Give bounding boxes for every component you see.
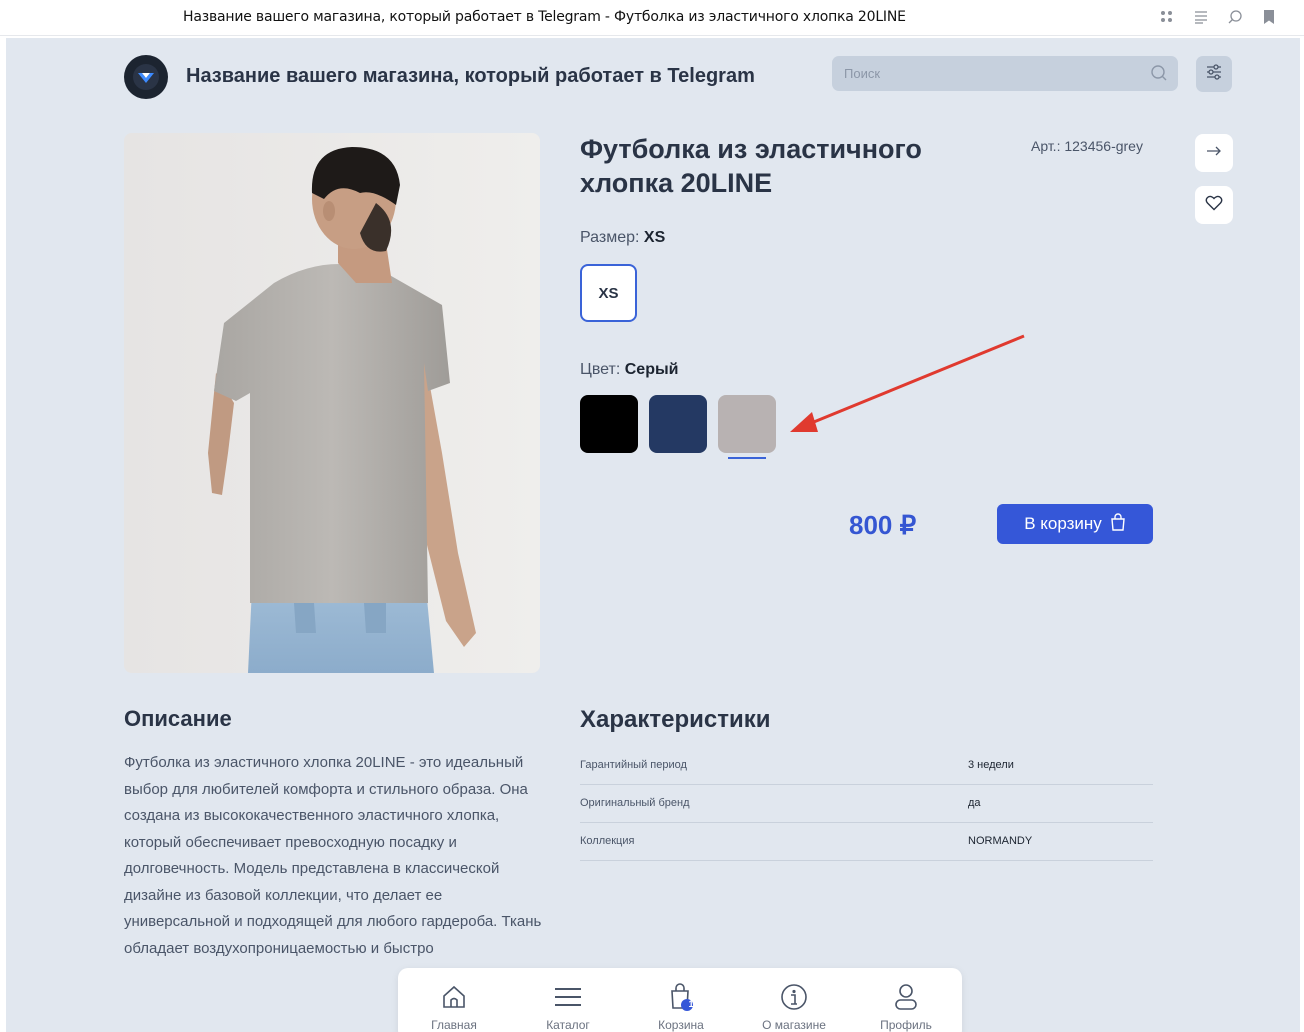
share-button[interactable] (1195, 134, 1233, 172)
favorite-button[interactable] (1195, 186, 1233, 224)
profile-icon (891, 982, 921, 1012)
tab-title: Название вашего магазина, который работа… (183, 9, 906, 25)
apps-icon[interactable] (1158, 8, 1176, 26)
table-row: Гарантийный период 3 недели (580, 747, 1153, 785)
size-label: Размер: XS (580, 229, 665, 247)
color-label: Цвет: Серый (580, 361, 678, 379)
share-arrow-icon (1206, 144, 1222, 162)
color-swatch-navy[interactable] (649, 395, 707, 453)
add-to-cart-button[interactable]: В корзину (997, 504, 1153, 544)
nav-item-profile[interactable]: Профиль (856, 968, 956, 1032)
size-selected-value: XS (643, 229, 666, 246)
characteristic-value: 3 недели (968, 759, 1014, 771)
characteristics-table: Гарантийный период 3 недели Оригинальный… (580, 747, 1153, 861)
heart-icon (1205, 195, 1223, 216)
characteristics-heading: Характеристики (580, 706, 771, 733)
nav-label: Каталог (546, 1018, 590, 1032)
shop-name[interactable]: Название вашего магазина, который работа… (186, 65, 755, 88)
characteristic-value: да (968, 797, 981, 809)
nav-item-about[interactable]: О магазине (744, 968, 844, 1032)
characteristic-value: NORMANDY (968, 835, 1033, 847)
selected-swatch-indicator (728, 457, 766, 459)
nav-item-cart[interactable]: 1 Корзина (631, 968, 731, 1032)
characteristic-key: Гарантийный период (580, 759, 687, 771)
browser-toolbar (1158, 8, 1278, 26)
nav-item-catalog[interactable]: Каталог (518, 968, 618, 1032)
nav-item-home[interactable]: Главная (404, 968, 504, 1032)
reader-mode-icon[interactable] (1192, 8, 1210, 26)
annotation-arrow (790, 334, 1025, 432)
nav-label: Корзина (658, 1018, 704, 1032)
bottom-navigation: Главная Каталог 1 Корзина О магазине Про… (398, 968, 962, 1032)
size-label-text: Размер: (580, 229, 640, 246)
color-label-text: Цвет: (580, 361, 621, 378)
nav-label: Профиль (880, 1018, 932, 1032)
cart-badge: 1 (688, 999, 694, 1009)
nav-label: О магазине (762, 1018, 826, 1032)
nav-label: Главная (431, 1018, 477, 1032)
characteristic-key: Оригинальный бренд (580, 797, 690, 809)
table-row: Коллекция NORMANDY (580, 823, 1153, 861)
menu-icon (553, 982, 583, 1012)
search-icon[interactable] (1150, 64, 1168, 82)
color-selected-value: Серый (624, 361, 679, 378)
color-swatch-black[interactable] (580, 395, 638, 453)
shopping-bag-icon (1110, 512, 1126, 536)
product-price: 800 ₽ (849, 510, 917, 540)
zoom-icon[interactable] (1226, 8, 1244, 26)
description-heading: Описание (124, 706, 232, 731)
filter-button[interactable] (1196, 56, 1232, 92)
color-swatch-grey[interactable] (718, 395, 776, 453)
characteristic-key: Коллекция (580, 835, 635, 847)
search-box[interactable] (832, 56, 1178, 91)
product-image[interactable] (124, 133, 540, 673)
product-sku: Арт.: 123456-grey (1031, 138, 1143, 154)
filter-sliders-icon (1205, 63, 1223, 86)
add-to-cart-label: В корзину (1024, 514, 1102, 533)
page: Название вашего магазина, который работа… (6, 38, 1300, 1032)
search-input[interactable] (844, 56, 1134, 91)
size-option-xs[interactable]: XS (580, 264, 637, 322)
bookmark-icon[interactable] (1260, 8, 1278, 26)
info-icon (779, 982, 809, 1012)
browser-title-bar: Название вашего магазина, который работа… (0, 0, 1304, 36)
home-icon (439, 982, 469, 1012)
shop-logo[interactable] (124, 55, 168, 99)
product-title: Футболка из эластичного хлопка 20LINE (580, 134, 922, 198)
table-row: Оригинальный бренд да (580, 785, 1153, 823)
description-text: Футболка из эластичного хлопка 20LINE - … (124, 754, 542, 957)
